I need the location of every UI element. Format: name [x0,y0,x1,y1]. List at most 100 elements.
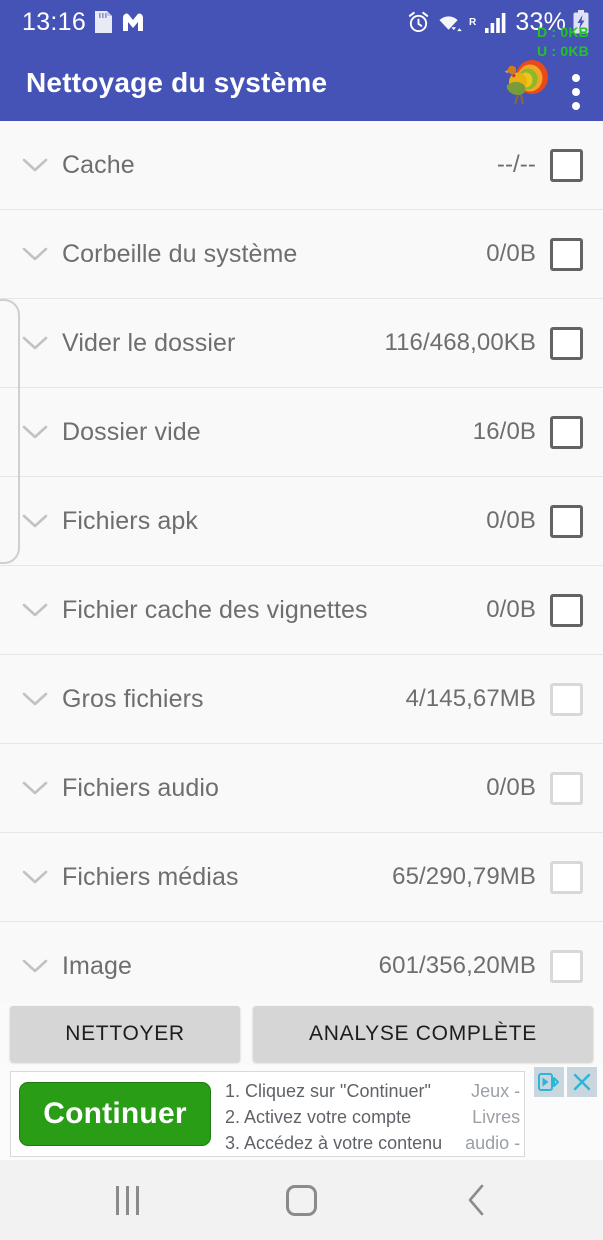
category-size-label: --/-- [496,151,536,178]
category-size-label: 0/0B [486,507,536,534]
full-scan-button[interactable]: ANALYSE COMPLÈTE [253,1006,593,1062]
category-checkbox[interactable] [550,415,583,449]
category-checkbox[interactable] [550,771,583,805]
phone-screen: 13:16 R 33% Nettoyage du système D: 0KB… [0,0,603,1240]
category-checkbox[interactable] [550,860,583,894]
nav-home-button[interactable] [259,1170,343,1230]
category-row[interactable]: Fichiers audio 0/0B [0,744,603,833]
ad-category: Livres [472,1106,521,1127]
chevron-down-icon[interactable] [16,780,54,796]
recents-bar [125,1185,129,1215]
recents-icon [115,1185,139,1215]
chevron-down-icon[interactable] [16,513,54,529]
ad-close-icon[interactable] [567,1067,597,1097]
ad-card[interactable]: Continuer 1. Cliquez sur "Continuer" 2. … [10,1071,525,1157]
ad-category: audio - [465,1132,521,1153]
battery-charging-icon [573,10,589,34]
ad-line: 1. Cliquez sur "Continuer" [225,1081,431,1101]
category-label: Fichiers audio [62,773,220,802]
sd-card-icon [95,11,113,33]
status-bar-clock: 13:16 [22,7,87,36]
category-row[interactable]: Cache --/-- [0,121,603,210]
category-checkbox[interactable] [550,237,583,271]
wifi-icon [437,11,463,34]
category-label: Fichier cache des vignettes [62,595,368,624]
overflow-dot [572,73,580,82]
chevron-down-icon[interactable] [16,335,54,351]
overflow-dot [572,101,580,110]
category-row[interactable]: Vider le dossier 116/468,00KB [0,299,603,388]
chevron-down-icon[interactable] [16,157,54,173]
status-bar-right: R 33% [407,8,589,37]
category-size-label: 0/0B [486,596,536,623]
page-title: Nettoyage du système [26,66,328,98]
malwarebytes-icon [121,11,145,33]
ad-banner[interactable]: Continuer 1. Cliquez sur "Continuer" 2. … [0,1065,603,1160]
home-icon [285,1184,317,1216]
category-label: Fichiers médias [62,862,239,891]
app-bar: Nettoyage du système D : 0KB U : 0KB [0,25,603,121]
action-button-bar: NETTOYER ANALYSE COMPLÈTE [0,1003,603,1065]
back-icon [465,1183,487,1217]
category-row[interactable]: Corbeille du système 0/0B [0,210,603,299]
category-row[interactable]: Fichier cache des vignettes 0/0B [0,566,603,655]
ad-category: Jeux - [471,1081,521,1101]
category-label: Dossier vide [62,417,201,446]
category-checkbox[interactable] [550,326,583,360]
category-row[interactable]: Dossier vide 16/0B [0,388,603,477]
category-label: Corbeille du système [62,239,298,268]
app-bar-actions: D : 0KB U : 0KB [503,25,591,121]
svg-text:R: R [469,17,477,28]
category-label: Image [62,951,132,980]
category-row[interactable]: Fichiers apk 0/0B [0,477,603,566]
nav-recents-button[interactable] [85,1170,169,1230]
turkey-icon[interactable] [503,57,551,109]
adchoices-icon[interactable] [534,1067,564,1097]
chevron-down-icon[interactable] [16,691,54,707]
status-bar-left: 13:16 [22,8,145,37]
category-row[interactable]: Gros fichiers 4/145,67MB [0,655,603,744]
category-size-label: 601/356,20MB [378,952,536,979]
category-label: Cache [62,150,135,179]
ad-line: 2. Activez votre compte [225,1106,412,1127]
alarm-icon [407,11,430,34]
overflow-dot [572,87,580,96]
category-size-label: 116/468,00KB [384,329,536,356]
category-checkbox[interactable] [550,504,583,538]
ad-controls [534,1067,597,1097]
category-size-label: 65/290,79MB [392,863,536,890]
category-checkbox[interactable] [550,682,583,716]
category-row[interactable]: Fichiers médias 65/290,79MB [0,833,603,922]
category-label: Fichiers apk [62,506,198,535]
category-checkbox[interactable] [550,949,583,983]
ad-continue-button[interactable]: Continuer [19,1082,211,1146]
category-label: Gros fichiers [62,684,204,713]
category-checkbox[interactable] [550,148,583,182]
chevron-down-icon[interactable] [16,958,54,974]
recents-bar [135,1185,139,1215]
status-bar: 13:16 R 33% [0,0,603,44]
chevron-down-icon[interactable] [16,602,54,618]
nav-back-button[interactable] [434,1170,518,1230]
system-navigation-bar [0,1160,603,1240]
battery-percent-label: 33% [515,7,566,36]
category-size-label: 0/0B [486,240,536,267]
signal-icon [485,11,508,33]
roaming-icon: R [469,16,478,28]
chevron-down-icon[interactable] [16,869,54,885]
category-size-label: 4/145,67MB [405,685,536,712]
category-size-label: 0/0B [486,774,536,801]
ad-instruction-list: 1. Cliquez sur "Continuer" 2. Activez vo… [211,1078,443,1156]
cleanup-category-list[interactable]: Cache --/-- Corbeille du système 0/0B Vider … [0,121,603,1003]
category-size-label: 16/0B [472,418,536,445]
overflow-menu-button[interactable] [563,55,589,111]
ad-line: 3. Accédez à votre contenu [225,1132,443,1153]
category-checkbox[interactable] [550,593,583,627]
chevron-down-icon[interactable] [16,246,54,262]
category-row[interactable]: Image 601/356,20MB [0,922,603,1003]
category-label: Vider le dossier [62,328,236,357]
recents-bar [115,1185,119,1215]
ad-category-list: Jeux - Livres audio - Musiques [442,1078,521,1156]
chevron-down-icon[interactable] [16,424,54,440]
clean-button[interactable]: NETTOYER [10,1006,240,1062]
